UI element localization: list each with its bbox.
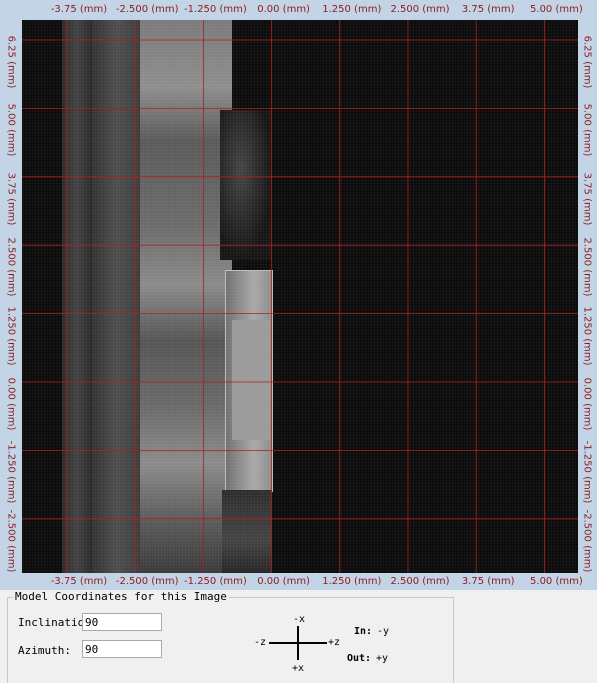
- right-tick-label: -2.500 (mm): [581, 509, 593, 573]
- azimuth-label: Azimuth:: [18, 644, 71, 657]
- compass-top-label: -x: [293, 614, 306, 625]
- bottom-tick-label: 5.00 (mm): [530, 576, 583, 587]
- right-tick-label: 1.250 (mm): [581, 306, 593, 366]
- bottom-tick-label: 2.500 (mm): [390, 576, 450, 587]
- top-tick-label: -2.500 (mm): [115, 4, 179, 15]
- left-tick-label: 0.00 (mm): [5, 377, 17, 431]
- top-tick-label: 1.250 (mm): [322, 4, 382, 15]
- right-tick-label: 0.00 (mm): [581, 377, 593, 431]
- left-tick-label: 6.25 (mm): [5, 35, 17, 89]
- inclination-input[interactable]: 90: [82, 613, 162, 631]
- right-tick-label: 3.75 (mm): [581, 172, 593, 226]
- compass-bottom-label: +x: [292, 663, 305, 674]
- left-tick-label: 5.00 (mm): [5, 104, 17, 157]
- model-coordinates-panel: Model Coordinates for this Image Inclina…: [7, 590, 454, 683]
- top-tick-label: -1.250 (mm): [184, 4, 247, 15]
- in-value: -y: [377, 626, 390, 637]
- out-value: +y: [376, 653, 389, 664]
- bottom-tick-label: -2.500 (mm): [115, 576, 179, 587]
- left-tick-label: 3.75 (mm): [5, 172, 17, 226]
- inclination-label: Inclination:: [18, 616, 92, 629]
- bottom-tick-label: 1.250 (mm): [322, 576, 382, 587]
- in-label: In:: [354, 626, 373, 637]
- bottom-tick-label: 3.75 (mm): [461, 576, 515, 587]
- right-tick-label: 6.25 (mm): [581, 35, 593, 89]
- compass-right-label: +z: [328, 637, 341, 648]
- right-tick-label: 2.500 (mm): [581, 237, 593, 297]
- right-tick-label: -1.250 (mm): [581, 441, 593, 504]
- azimuth-input[interactable]: 90: [82, 640, 162, 658]
- orientation-compass: -x +x -z +z: [248, 614, 341, 676]
- top-tick-label: -3.75 (mm): [50, 4, 108, 15]
- left-tick-label: 1.250 (mm): [5, 306, 17, 366]
- top-tick-label: 0.00 (mm): [257, 4, 310, 15]
- bottom-tick-label: 0.00 (mm): [257, 576, 310, 587]
- bottom-tick-label: -3.75 (mm): [50, 576, 108, 587]
- measurement-grid: [22, 20, 578, 573]
- panel-title: Model Coordinates for this Image: [13, 590, 229, 603]
- compass-left-label: -z: [254, 637, 267, 648]
- top-tick-label: 2.500 (mm): [390, 4, 450, 15]
- bottom-tick-label: -1.250 (mm): [184, 576, 247, 587]
- image-viewer[interactable]: -3.75 (mm) -2.500 (mm) -1.250 (mm) 0.00 (mm…: [0, 0, 597, 590]
- out-label: Out:: [347, 653, 372, 664]
- right-tick-label: 5.00 (mm): [581, 104, 593, 157]
- top-tick-label: 5.00 (mm): [530, 4, 583, 15]
- left-tick-label: -2.500 (mm): [5, 509, 17, 573]
- left-tick-label: -1.250 (mm): [5, 441, 17, 504]
- left-tick-label: 2.500 (mm): [5, 237, 17, 297]
- top-tick-label: 3.75 (mm): [461, 4, 515, 15]
